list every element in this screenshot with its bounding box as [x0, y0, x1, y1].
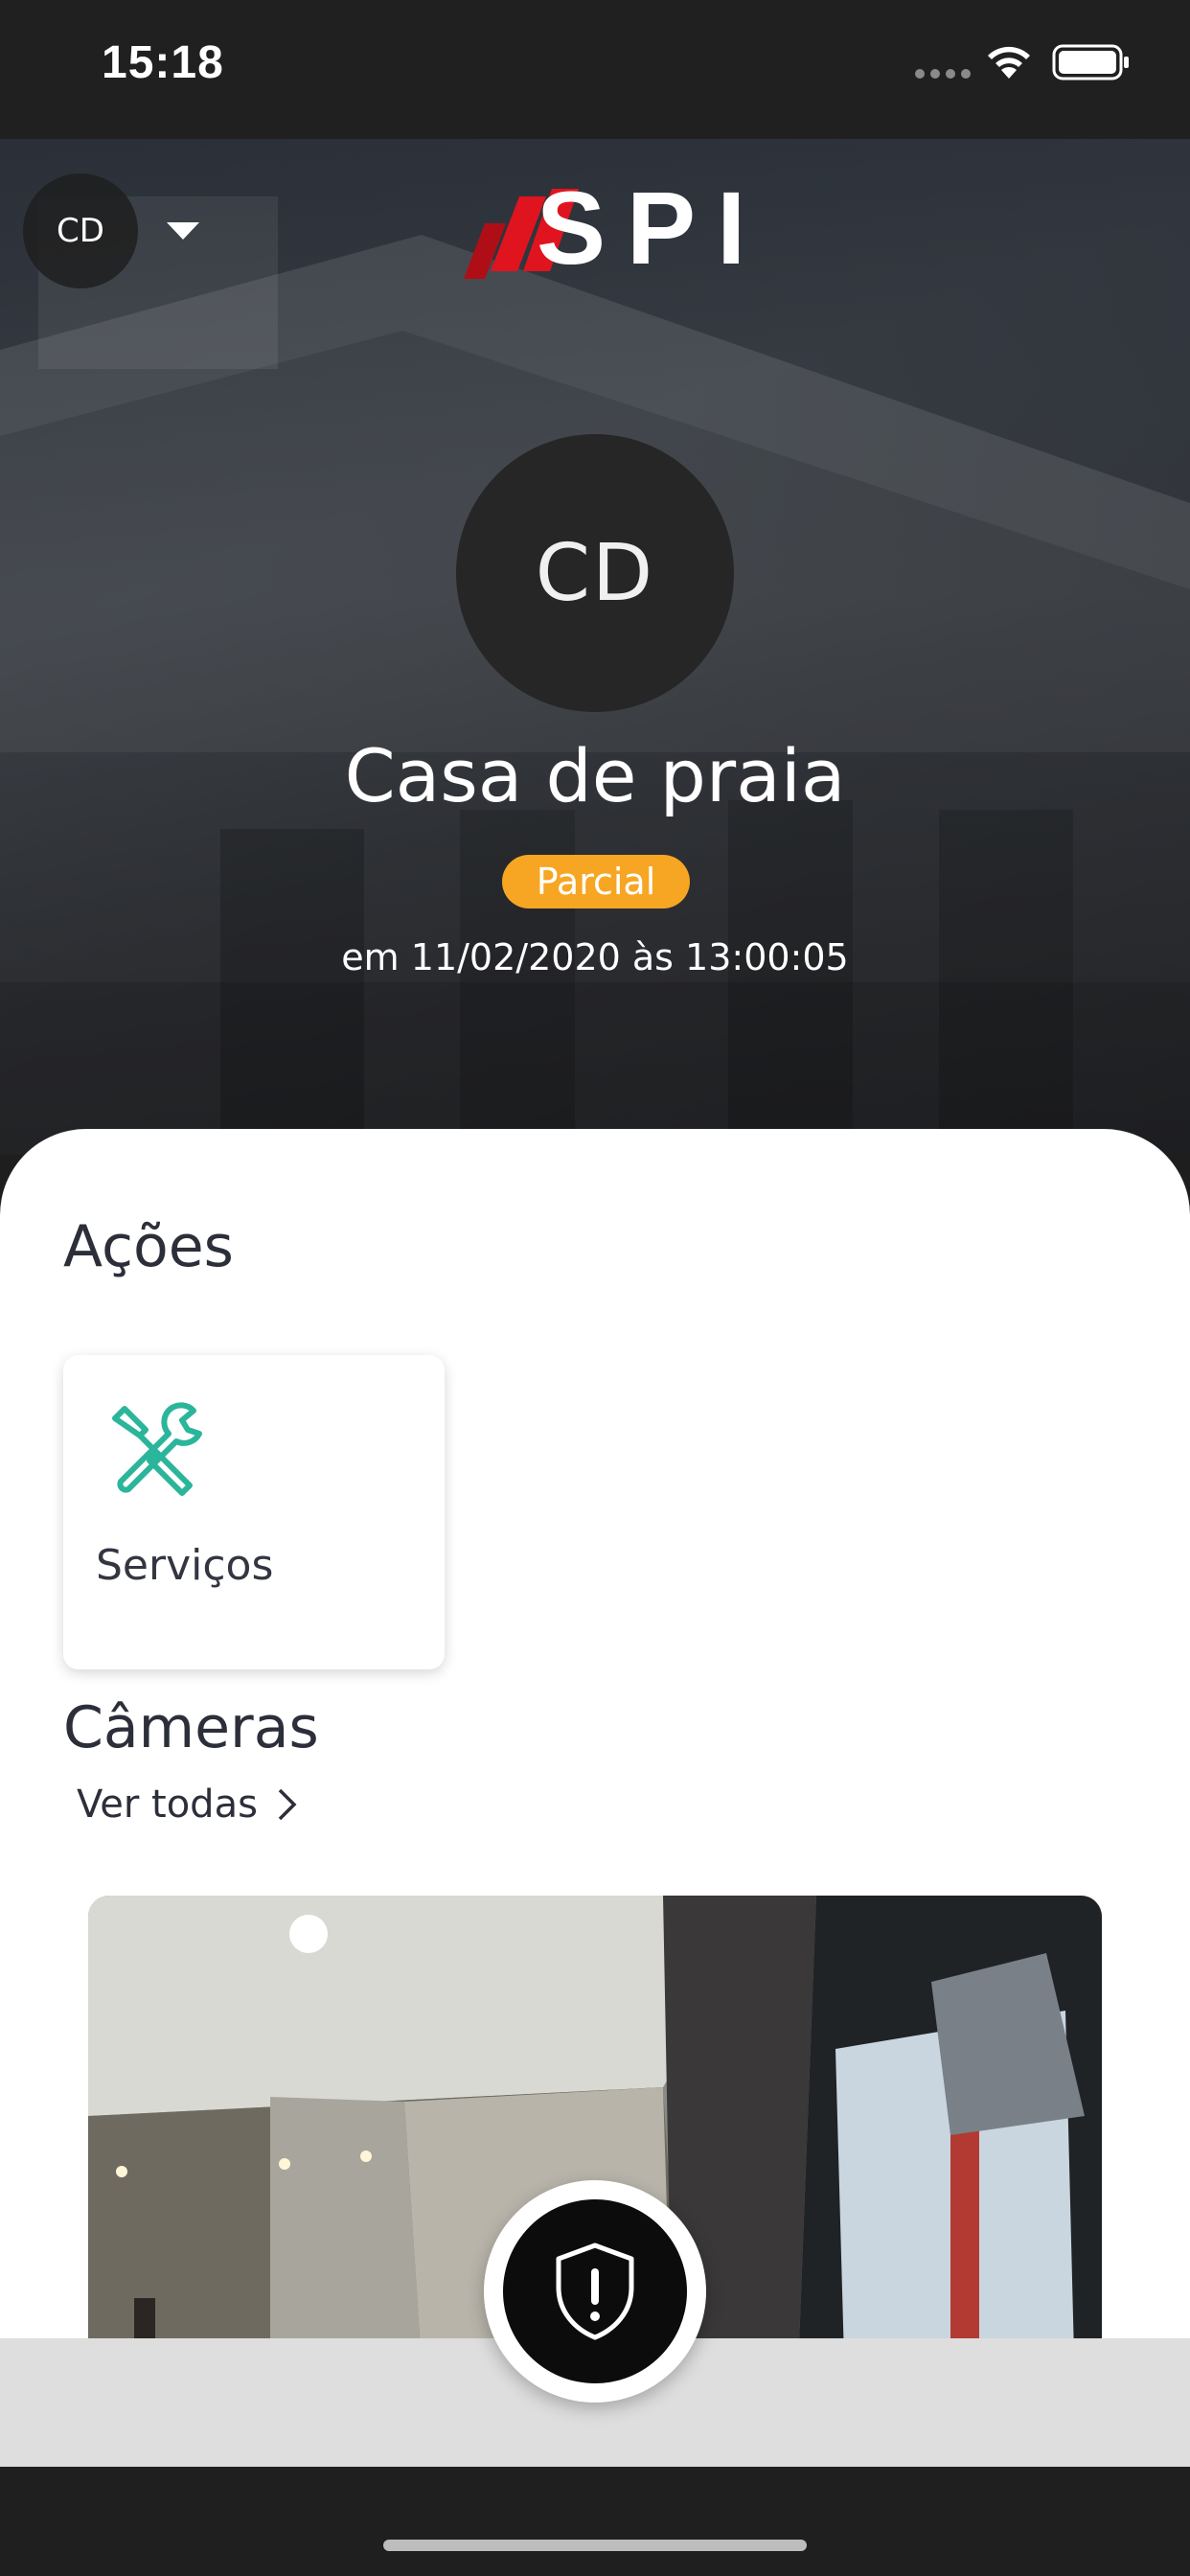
services-card[interactable]: Serviços — [63, 1355, 445, 1669]
home-indicator[interactable] — [383, 2540, 807, 2551]
home-indicator-area — [0, 2467, 1190, 2576]
shield-alert-icon — [556, 2242, 634, 2340]
actions-title: Ações — [63, 1213, 234, 1280]
app-screen: 15:18 CD SPI CD Casa de praia Parcial em… — [0, 0, 1190, 2576]
panic-button[interactable] — [484, 2180, 706, 2403]
services-label: Serviços — [96, 1541, 274, 1590]
place-name: Casa de praia — [344, 733, 846, 818]
caret-down-icon[interactable] — [167, 222, 199, 240]
signal-dots-icon — [915, 69, 971, 79]
account-avatar[interactable]: CD — [23, 173, 138, 288]
logo-text: SPI — [537, 170, 767, 286]
cameras-title: Câmeras — [63, 1694, 319, 1761]
status-timestamp: em 11/02/2020 às 13:00:05 — [341, 936, 849, 978]
see-all-cameras-link[interactable]: Ver todas — [77, 1782, 298, 1827]
chevron-right-icon — [278, 1788, 297, 1821]
wifi-icon — [988, 46, 1030, 79]
account-switcher[interactable]: CD — [23, 173, 199, 288]
battery-icon — [1052, 44, 1129, 80]
spi-logo: SPI — [464, 164, 761, 298]
status-badge: Parcial — [502, 855, 690, 908]
status-time: 15:18 — [102, 37, 224, 88]
panic-button-inner — [503, 2199, 687, 2383]
profile-avatar: CD — [456, 434, 734, 712]
hero-header: CD SPI CD Casa de praia Parcial em 11/02… — [0, 139, 1190, 1155]
tools-icon — [112, 1402, 202, 1496]
status-bar: 15:18 — [0, 0, 1190, 139]
see-all-label: Ver todas — [77, 1782, 258, 1827]
content-sheet: Ações Serviços Câmeras Ver todas — [0, 1129, 1190, 2338]
